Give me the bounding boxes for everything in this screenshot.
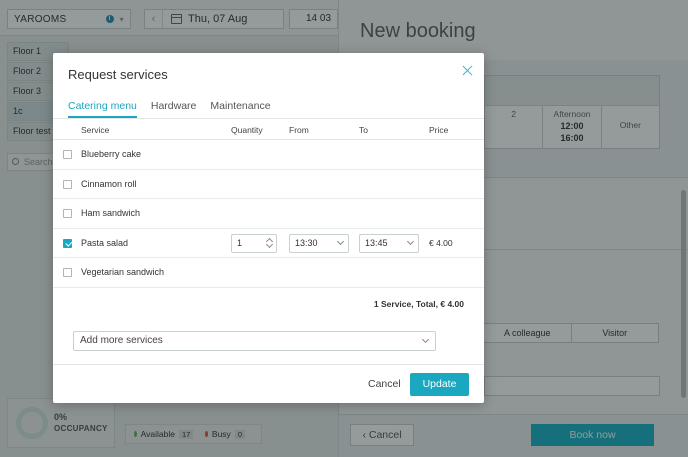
- services-table-body: Blueberry cake Cinnamon roll Ham sandwic…: [53, 140, 484, 288]
- col-quantity: Quantity: [231, 125, 263, 135]
- dialog-footer: Cancel Update: [53, 364, 484, 403]
- add-more-label: Add more services: [80, 335, 163, 346]
- services-total: 1 Service, Total, € 4.00: [373, 299, 464, 309]
- quantity-stepper[interactable]: 1: [231, 233, 277, 253]
- services-table-header: Service Quantity From To Price: [53, 119, 484, 140]
- cancel-button[interactable]: Cancel: [368, 378, 401, 390]
- service-checkbox[interactable]: [63, 150, 72, 159]
- service-name: Vegetarian sandwich: [81, 267, 165, 278]
- col-to: To: [359, 125, 368, 135]
- service-checkbox[interactable]: [63, 238, 72, 248]
- table-row: Vegetarian sandwich: [53, 258, 484, 288]
- table-row: Ham sandwich: [53, 199, 484, 229]
- to-time-value: 13:45: [365, 237, 388, 248]
- service-name: Cinnamon roll: [81, 178, 137, 189]
- service-name: Ham sandwich: [81, 208, 141, 219]
- service-name: Pasta salad: [81, 237, 129, 248]
- to-time-select[interactable]: 13:45: [359, 233, 419, 253]
- stepper-arrows-icon[interactable]: [266, 237, 273, 250]
- close-icon[interactable]: [460, 63, 476, 79]
- col-from: From: [289, 125, 309, 135]
- quantity-value: 1: [237, 237, 243, 248]
- service-checkbox[interactable]: [63, 209, 72, 219]
- col-price: Price: [429, 125, 449, 135]
- update-button[interactable]: Update: [410, 373, 469, 396]
- tab-catering-menu[interactable]: Catering menu: [68, 100, 137, 118]
- service-tabs: Catering menu Hardware Maintenance: [68, 100, 271, 118]
- col-service: Service: [81, 125, 110, 135]
- service-checkbox[interactable]: [63, 268, 72, 278]
- table-row: Pasta salad 1 13:30 13:45 € 4.00: [53, 229, 484, 259]
- table-row: Blueberry cake: [53, 140, 484, 170]
- from-time-select[interactable]: 13:30: [289, 233, 349, 253]
- chevron-down-icon: [406, 237, 415, 245]
- service-checkbox[interactable]: [63, 179, 72, 189]
- dialog-title: Request services: [68, 67, 168, 82]
- service-name: Blueberry cake: [81, 149, 142, 159]
- tab-hardware[interactable]: Hardware: [151, 100, 197, 118]
- chevron-down-icon: [421, 335, 430, 344]
- add-more-services-select[interactable]: Add more services: [73, 331, 436, 351]
- from-time-value: 13:30: [295, 237, 318, 248]
- request-services-dialog: Request services Catering menu Hardware …: [53, 53, 484, 403]
- tab-maintenance[interactable]: Maintenance: [210, 100, 270, 118]
- table-row: Cinnamon roll: [53, 170, 484, 200]
- chevron-down-icon: [336, 237, 345, 245]
- service-price: € 4.00: [429, 237, 453, 248]
